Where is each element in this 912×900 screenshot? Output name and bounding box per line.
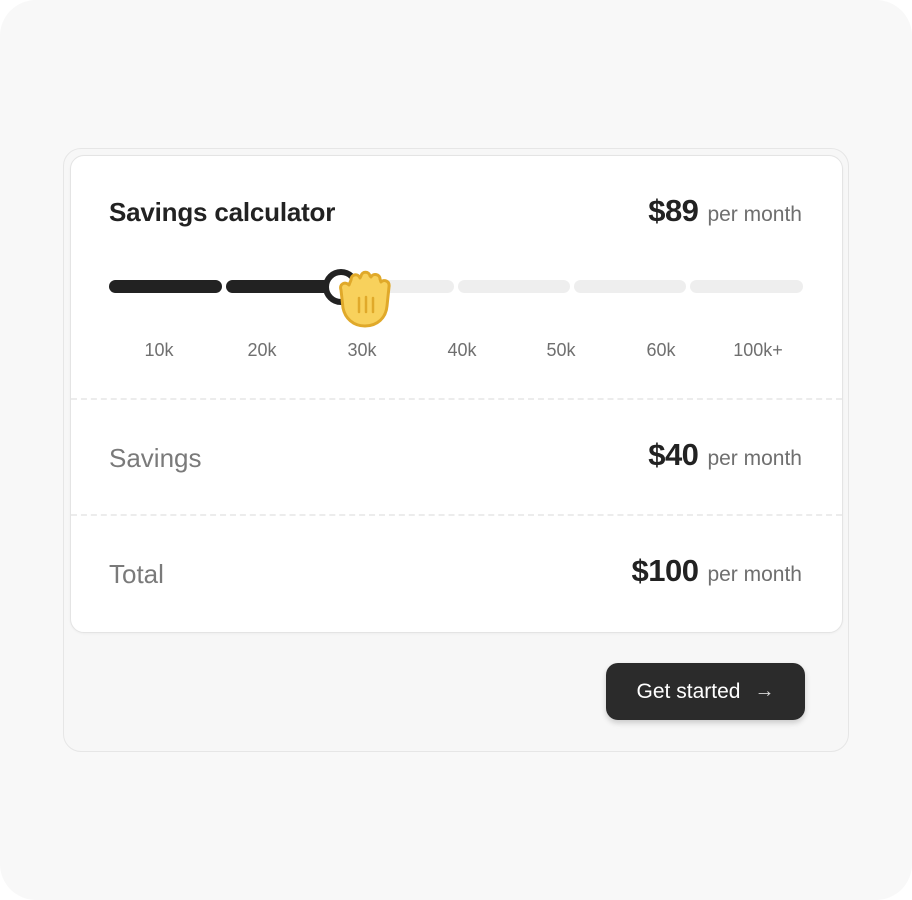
- savings-unit: per month: [707, 447, 802, 470]
- section-divider: [71, 398, 842, 400]
- savings-slider[interactable]: [109, 269, 803, 305]
- tick-label: 60k: [646, 340, 676, 360]
- tick-label: 40k: [447, 340, 477, 360]
- slider-segment: [458, 280, 570, 293]
- slider-fill: [226, 280, 336, 293]
- savings-label: Savings: [109, 443, 202, 473]
- total-amount-display: $100 per month: [631, 553, 802, 589]
- tick-label: 50k: [546, 340, 576, 360]
- total-label: Total: [109, 559, 164, 589]
- price-display: $89 per month: [648, 193, 802, 229]
- tick-label: 100k+: [733, 340, 783, 360]
- price-amount: $89: [648, 193, 699, 228]
- get-started-label: Get started: [636, 679, 741, 703]
- get-started-button[interactable]: Get started →: [606, 663, 805, 720]
- tick-label: 30k: [347, 340, 377, 360]
- tick-label: 20k: [247, 340, 277, 360]
- slider-fill: [109, 280, 222, 293]
- slider-ticks: 10k 20k 30k 40k 50k 60k 100k+: [109, 340, 803, 362]
- price-unit: per month: [707, 203, 802, 226]
- savings-amount-display: $40 per month: [648, 437, 802, 473]
- slider-segment: [690, 280, 803, 293]
- slider-segment: [574, 280, 686, 293]
- savings-amount: $40: [648, 437, 699, 472]
- arrow-right-icon: →: [754, 680, 775, 702]
- total-amount: $100: [631, 553, 699, 588]
- grab-hand-icon: [339, 270, 391, 328]
- calculator-title: Savings calculator: [109, 197, 336, 227]
- total-unit: per month: [707, 563, 802, 586]
- tick-label: 10k: [144, 340, 174, 360]
- section-divider: [71, 514, 842, 516]
